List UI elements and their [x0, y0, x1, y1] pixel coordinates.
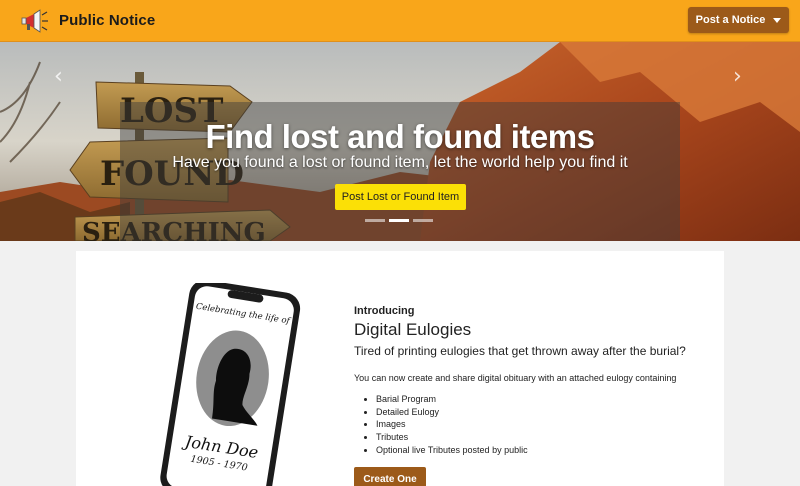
brand-name[interactable]: Public Notice	[59, 12, 155, 29]
promo-title: Digital Eulogies	[354, 320, 472, 339]
promo-lead: Tired of printing eulogies that get thro…	[354, 344, 686, 358]
chevron-right-icon[interactable]: ›	[733, 64, 742, 89]
post-notice-dropdown-button[interactable]: Post a Notice	[688, 7, 789, 33]
hero-carousel: LOST FOUND SEARCHING ‹ › Find lost and f…	[0, 42, 800, 241]
hero-title: Find lost and found items	[205, 118, 595, 155]
create-one-button[interactable]: Create One	[354, 467, 426, 486]
post-notice-label: Post a Notice	[695, 14, 766, 26]
digital-eulogies-card: Celebrating the life of John Doe 1905 - …	[76, 251, 724, 486]
carousel-indicator-active[interactable]	[389, 219, 409, 222]
promo-kicker: Introducing	[354, 305, 415, 317]
list-item: Detailed Eulogy	[376, 406, 528, 419]
list-item: Optional live Tributes posted by public	[376, 444, 528, 457]
carousel-indicators	[365, 219, 433, 222]
promo-text: You can now create and share digital obi…	[354, 373, 677, 383]
caret-down-icon	[773, 18, 782, 23]
list-item: Tributes	[376, 431, 528, 444]
list-item: Barial Program	[376, 393, 528, 406]
feature-list: Barial Program Detailed Eulogy Images Tr…	[376, 393, 528, 456]
chevron-left-icon[interactable]: ‹	[54, 64, 63, 89]
top-navbar: Public Notice Post a Notice	[0, 0, 800, 42]
carousel-indicator[interactable]	[365, 219, 385, 222]
post-lost-found-button[interactable]: Post Lost or Found Item	[335, 184, 466, 210]
carousel-indicator[interactable]	[413, 219, 433, 222]
phone-mockup-image: Celebrating the life of John Doe 1905 - …	[160, 283, 301, 486]
megaphone-icon[interactable]	[20, 7, 50, 35]
hero-subtitle: Have you found a lost or found item, let…	[172, 154, 628, 171]
list-item: Images	[376, 418, 528, 431]
